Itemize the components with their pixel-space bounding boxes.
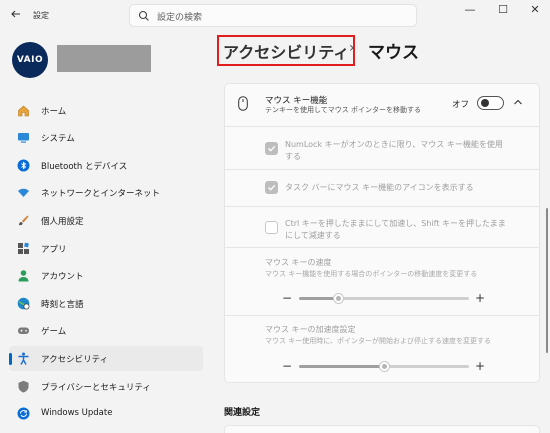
active-indicator <box>9 353 12 365</box>
divider <box>224 169 540 170</box>
acceleration-slider-empty <box>384 365 469 368</box>
acceleration-decrease-button[interactable]: − <box>282 360 292 372</box>
related-settings-card <box>224 425 540 433</box>
sidebar-item-label: アカウント <box>41 272 84 282</box>
page-title: マウス <box>368 43 419 63</box>
numlock-only-checkbox[interactable] <box>265 142 278 155</box>
speed-description: マウス キー機能を使用する場合のポインターの移動速度を変更する <box>265 270 478 278</box>
sidebar-item-bluetooth[interactable]: Bluetooth とデバイス <box>9 153 203 178</box>
close-button[interactable]: ✕ <box>524 3 546 17</box>
ctrl-shift-speed-label: Ctrl キーを押したままにして加速し、Shift キーを押したままにして減速す… <box>285 219 506 240</box>
sidebar-item-label: Windows Update <box>41 408 113 418</box>
sidebar-item-label: アクセシビリティ <box>41 355 109 365</box>
sidebar-item-system[interactable]: システム <box>9 125 203 150</box>
speed-increase-button[interactable]: + <box>475 292 485 304</box>
mouse-keys-description: テンキーを使用してマウス ポインターを移動する <box>265 106 422 114</box>
apps-icon <box>18 242 29 254</box>
sidebar-item-label: アプリ <box>41 245 67 255</box>
user-name-redacted <box>57 45 151 72</box>
sidebar-item-accounts[interactable]: アカウント <box>9 263 203 288</box>
sidebar-item-label: ホーム <box>41 107 67 117</box>
ctrl-shift-speed-checkbox[interactable] <box>265 221 278 234</box>
bluetooth-icon <box>17 159 30 172</box>
divider <box>224 315 540 316</box>
back-arrow-icon <box>11 10 20 18</box>
sidebar-item-label: ネットワークとインターネット <box>41 189 161 199</box>
sidebar-item-personalization[interactable]: 個人用設定 <box>9 208 203 233</box>
toggle-state-label: オフ <box>452 100 470 110</box>
sidebar-item-windows-update[interactable]: Windows Update <box>9 401 203 426</box>
title-bar: 設定 設定の検索 — ☐ ✕ <box>0 0 550 32</box>
chevron-up-icon[interactable] <box>513 97 523 107</box>
globe-clock-icon <box>17 297 30 310</box>
taskbar-icon-checkbox[interactable] <box>265 181 278 194</box>
brush-icon <box>19 215 29 226</box>
breadcrumb-separator: › <box>349 40 355 56</box>
gamepad-icon <box>18 327 29 334</box>
system-icon <box>18 133 29 143</box>
maximize-button[interactable]: ☐ <box>492 3 514 17</box>
speed-slider-empty <box>338 297 469 300</box>
back-button[interactable] <box>8 8 24 24</box>
accessibility-icon <box>18 352 29 365</box>
acceleration-slider-thumb[interactable] <box>379 361 390 372</box>
scrollbar[interactable] <box>546 208 548 353</box>
acceleration-slider-filled <box>299 365 384 368</box>
speed-decrease-button[interactable]: − <box>282 292 292 304</box>
checkmark-icon <box>268 145 276 152</box>
sidebar-item-label: システム <box>41 134 75 144</box>
app-title: 設定 <box>33 11 49 20</box>
related-settings-heading: 関連設定 <box>224 408 261 418</box>
toggle-knob <box>481 99 489 107</box>
sidebar-item-label: 時刻と言語 <box>41 300 84 310</box>
shield-icon <box>18 380 29 393</box>
search-box[interactable]: 設定の検索 <box>129 4 417 27</box>
speed-title: マウス キーの速度 <box>265 258 332 267</box>
sidebar-item-label: 個人用設定 <box>41 217 84 227</box>
avatar[interactable]: VAIO <box>12 42 48 78</box>
sidebar-item-network[interactable]: ネットワークとインターネット <box>9 180 203 205</box>
mouse-keys-toggle[interactable] <box>477 96 504 110</box>
numlock-only-label: NumLock キーがオンのときに限り、マウス キー機能を使用する <box>285 140 503 161</box>
divider <box>224 126 540 127</box>
wifi-icon <box>18 188 29 197</box>
divider <box>224 247 540 248</box>
divider <box>224 206 540 207</box>
acceleration-description: マウス キー使用時に、ポインターが開始および停止する速度を変更する <box>265 337 492 345</box>
acceleration-title: マウス キーの加速度設定 <box>265 325 356 334</box>
acceleration-increase-button[interactable]: + <box>475 360 485 372</box>
speed-slider-thumb[interactable] <box>333 293 344 304</box>
sidebar-item-home[interactable]: ホーム <box>9 98 203 123</box>
minimize-button[interactable]: — <box>459 3 481 17</box>
sidebar-item-accessibility[interactable]: アクセシビリティ <box>9 346 203 371</box>
sidebar-item-gaming[interactable]: ゲーム <box>9 318 203 343</box>
sidebar-item-apps[interactable]: アプリ <box>9 236 203 261</box>
sidebar-item-label: ゲーム <box>41 327 67 337</box>
search-icon <box>138 10 149 21</box>
update-icon <box>17 407 30 420</box>
sidebar-item-privacy-security[interactable]: プライバシーとセキュリティ <box>9 374 203 399</box>
sidebar-item-label: プライバシーとセキュリティ <box>41 383 151 393</box>
search-input[interactable]: 設定の検索 <box>157 10 202 23</box>
sidebar-item-label: Bluetooth とデバイス <box>41 162 128 172</box>
account-icon <box>18 270 29 282</box>
home-icon <box>18 105 29 117</box>
sidebar-item-time-language[interactable]: 時刻と言語 <box>9 291 203 316</box>
checkmark-icon <box>268 184 276 191</box>
taskbar-icon-label: タスク バーにマウス キー機能のアイコンを表示する <box>285 183 474 192</box>
mouse-icon <box>238 96 248 111</box>
breadcrumb-accessibility[interactable]: アクセシビリティ <box>217 35 356 66</box>
